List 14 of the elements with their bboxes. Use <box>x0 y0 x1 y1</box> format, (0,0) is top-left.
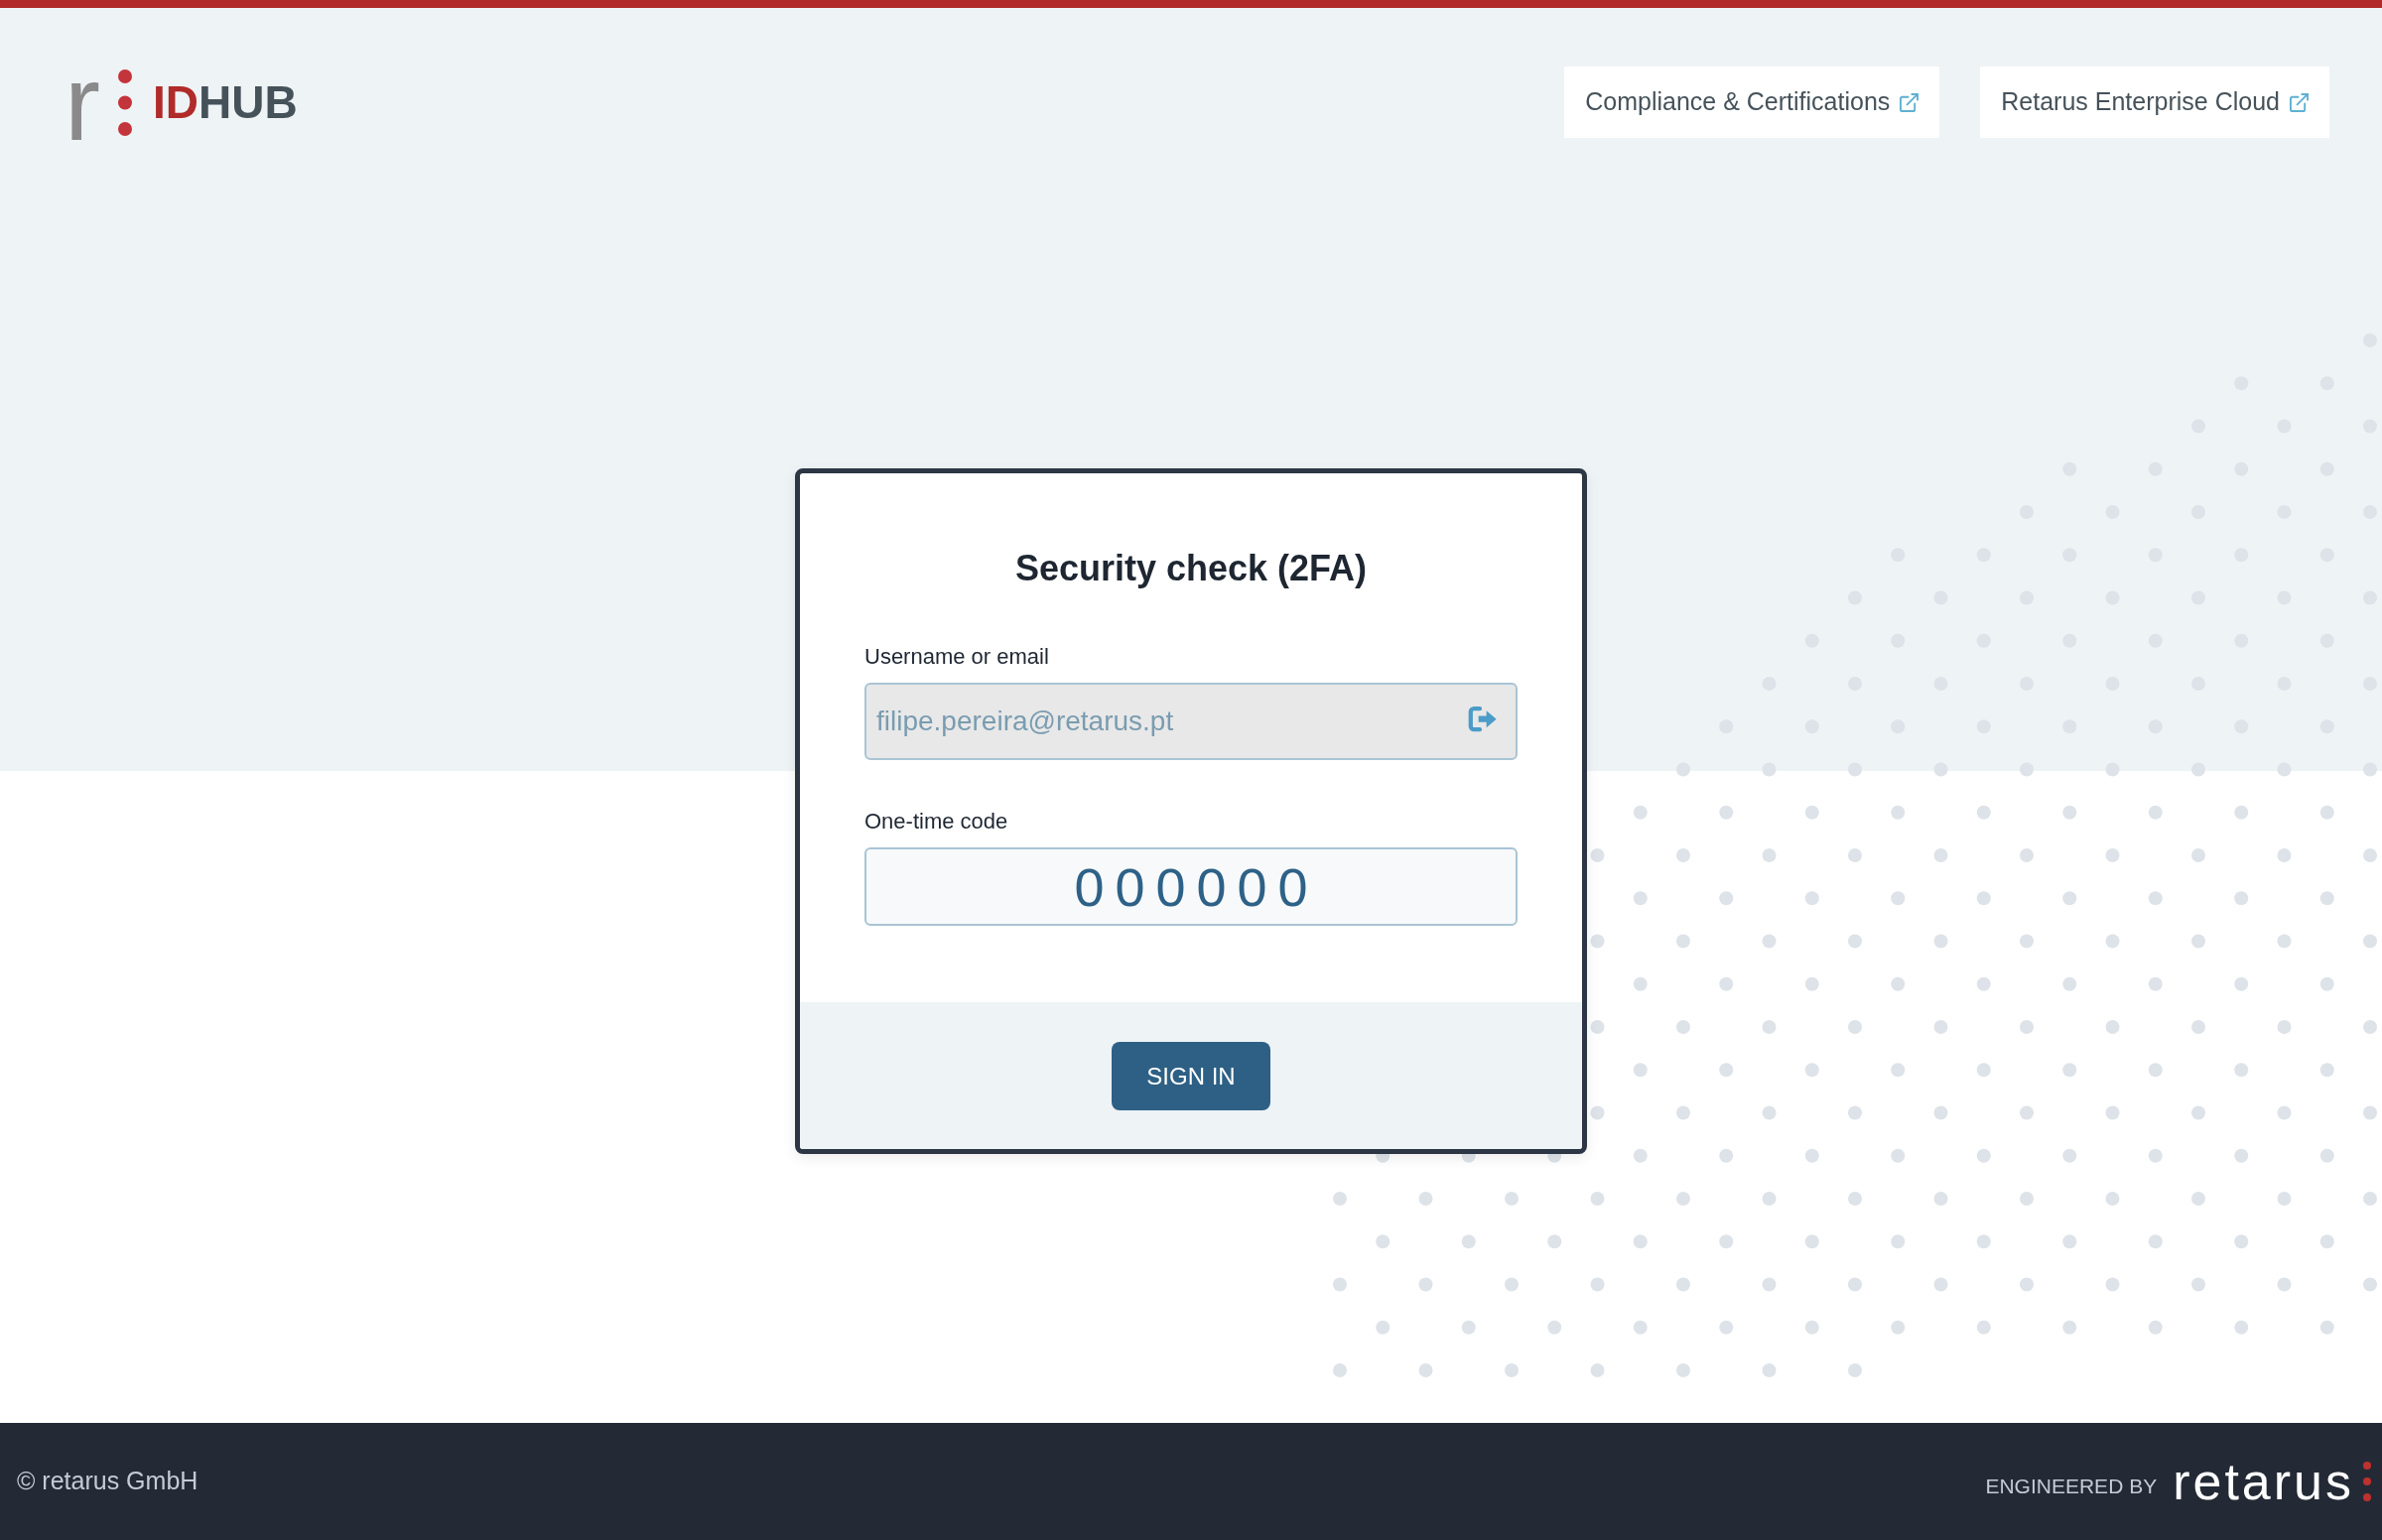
brand-wordmark: retarus <box>2173 1456 2354 1507</box>
logo-wordmark: IDHUB <box>152 79 298 125</box>
form-title: Security check (2FA) <box>1013 547 1369 590</box>
engineered-by-text: ENGINEERED BY <box>1985 1474 2158 1500</box>
code-field[interactable]: 000000 <box>864 847 1518 926</box>
logo-dots-icon <box>117 68 132 136</box>
header-link[interactable]: Retarus Enterprise Cloud <box>1980 66 2329 138</box>
field-label: One-time code <box>864 808 1009 835</box>
field-label: Username or email <box>864 643 1050 671</box>
header-link[interactable]: Compliance & Certifications <box>1564 66 1940 138</box>
brand-dots-icon <box>2363 1462 2371 1501</box>
copyright-text: © retarus GmbH <box>17 1466 198 1497</box>
logout-icon[interactable] <box>1468 706 1498 732</box>
sign-in-button[interactable]: SIGN IN <box>1112 1042 1270 1110</box>
